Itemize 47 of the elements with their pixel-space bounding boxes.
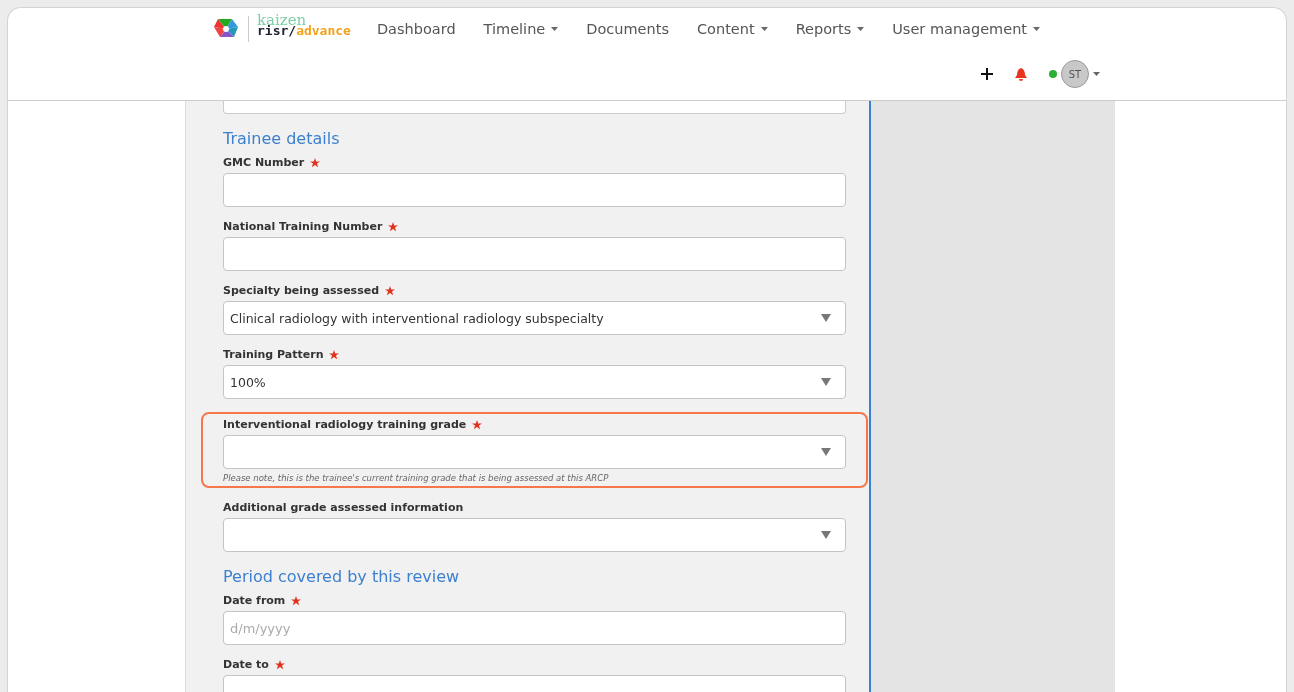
section-heading: Trainee details (223, 129, 341, 148)
dropdown-arrow-icon (821, 448, 831, 456)
input-field[interactable] (223, 237, 846, 271)
required-star-icon (388, 221, 399, 232)
input-field[interactable] (223, 173, 846, 207)
select-field[interactable]: Clinical radiology with interventional radiology subspecialty (223, 301, 846, 335)
dropdown-arrow-icon (821, 314, 831, 322)
required-star-icon (472, 419, 483, 430)
dropdown-arrow-icon (821, 378, 831, 386)
nav-link[interactable]: User management (892, 21, 1041, 37)
add-icon[interactable] (981, 68, 993, 80)
field-value: 100% (230, 374, 266, 390)
user-avatar[interactable]: ST (1061, 60, 1089, 88)
nav-link[interactable]: Content (696, 21, 768, 37)
field-label: Interventional radiology training grade (223, 418, 467, 431)
nav-link[interactable]: Reports (795, 21, 865, 37)
nav-link[interactable]: Dashboard (376, 21, 456, 37)
placeholder: d/m/yyyy (230, 620, 291, 636)
select-field[interactable]: 100% (223, 365, 846, 399)
select-field[interactable] (223, 518, 846, 552)
caret-icon (1093, 72, 1100, 76)
input-field[interactable] (223, 101, 846, 114)
field-value: Clinical radiology with interventional radiology subspecialty (230, 310, 604, 326)
dropdown-arrow-icon (821, 531, 831, 539)
required-star-icon (385, 285, 396, 296)
required-star-icon (329, 349, 340, 360)
field-label: Date to (223, 658, 269, 671)
caret-icon (551, 27, 559, 31)
required-star-icon (274, 659, 285, 670)
required-star-icon (310, 157, 321, 168)
field-label: Specialty being assessed (223, 284, 380, 297)
bell-icon[interactable] (1015, 67, 1027, 81)
required-star-icon (291, 595, 302, 606)
field-label: National Training Number (223, 220, 383, 233)
caret-icon (857, 27, 865, 31)
field-label: Date from (223, 594, 286, 607)
field-label: Additional grade assessed information (223, 501, 464, 514)
field-note: Please note, this is the trainee's current training grade that is being assessed at this ARCP (223, 473, 610, 483)
select-field[interactable] (223, 435, 846, 469)
caret-icon (1033, 27, 1041, 31)
section-heading: Period covered by this review (223, 567, 461, 586)
caret-icon (760, 27, 768, 31)
nav-link[interactable]: Documents (586, 21, 669, 37)
brand-subtitle: kaizen (257, 13, 307, 24)
field-label: Training Pattern (223, 348, 324, 361)
nav-link[interactable]: Timeline (483, 21, 559, 37)
field-label: GMC Number (223, 156, 305, 169)
